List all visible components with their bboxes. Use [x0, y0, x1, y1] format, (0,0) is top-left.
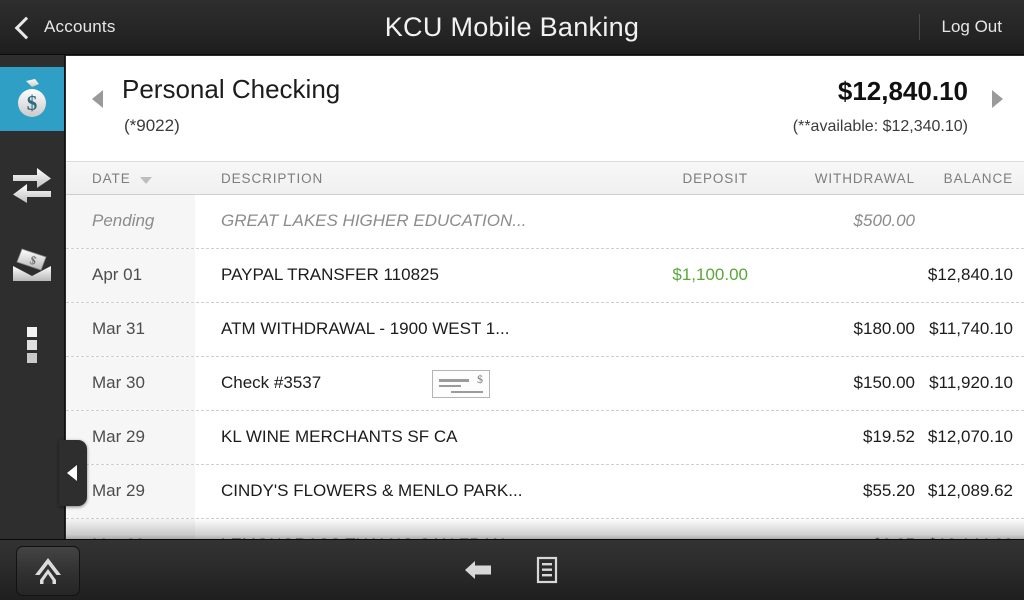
next-account-icon	[991, 90, 1003, 108]
money-bag-icon: $	[18, 79, 46, 117]
app-screen: Accounts KCU Mobile Banking Log Out $ $ …	[0, 0, 1024, 600]
row-balance: $12,089.62	[927, 481, 1013, 500]
check-line-2	[439, 385, 461, 387]
svg-text:$: $	[27, 91, 38, 115]
table-row[interactable]: Mar 29LEMONGRASS THAI NO SAN FRAN$8.95$1…	[66, 519, 1024, 540]
row-description: PAYPAL TRANSFER 110825	[221, 265, 439, 284]
home-button[interactable]	[16, 546, 80, 596]
system-back-button[interactable]	[461, 554, 495, 586]
row-description: KL WINE MERCHANTS SF CA	[221, 427, 458, 446]
account-detail-panel: Personal Checking (*9022) $12,840.10 (**…	[66, 56, 1024, 540]
system-menu-button[interactable]	[530, 554, 564, 586]
row-withdrawal: $500.00	[853, 211, 915, 230]
row-date: Mar 29	[92, 427, 145, 446]
transactions-list[interactable]: Pending GREAT LAKES HIGHER EDUCATION... $5…	[66, 195, 1024, 540]
logout-label: Log Out	[941, 17, 1003, 36]
sidebar-item-more[interactable]	[0, 313, 64, 377]
table-row[interactable]: Mar 30 Check #3537 $150.00 $11,920.10 $	[66, 357, 1024, 411]
sort-descending-icon[interactable]	[140, 177, 152, 184]
sidebar-item-transfers[interactable]	[0, 153, 64, 217]
back-to-accounts-label: Accounts	[44, 17, 116, 36]
check-image-thumbnail[interactable]: $	[432, 370, 490, 398]
check-dollar-glyph: $	[477, 372, 483, 386]
row-date: Apr 01	[92, 265, 143, 284]
row-withdrawal: $150.00	[853, 373, 915, 392]
back-to-accounts-button[interactable]: Accounts	[8, 0, 126, 54]
table-row[interactable]: Mar 31 ATM WITHDRAWAL - 1900 WEST 1... $18…	[66, 303, 1024, 357]
check-line-3	[451, 391, 483, 393]
row-deposit: $1,100.00	[672, 265, 748, 284]
row-description: GREAT LAKES HIGHER EDUCATION...	[221, 211, 527, 230]
row-description: ATM WITHDRAWAL - 1900 WEST 1...	[221, 319, 510, 338]
transactions-table-header: DATE DESCRIPTION DEPOSIT WITHDRAWAL BALA…	[66, 162, 1024, 195]
sidebar-collapse-handle[interactable]	[59, 440, 87, 506]
transfer-arrows-icon	[13, 168, 51, 203]
account-header: Personal Checking (*9022) $12,840.10 (**…	[66, 56, 1024, 162]
row-description: CINDY'S FLOWERS & MENLO PARK...	[221, 481, 523, 500]
account-name: Personal Checking	[122, 74, 341, 104]
column-header-withdrawal[interactable]: WITHDRAWAL	[815, 171, 915, 186]
android-menu-icon	[536, 556, 558, 584]
prev-account-icon	[91, 90, 103, 108]
row-date: Pending	[92, 211, 155, 230]
next-account-button[interactable]	[980, 82, 1014, 116]
row-date: Mar 30	[92, 373, 145, 392]
column-header-description[interactable]: DESCRIPTION	[221, 171, 323, 186]
chevron-left-icon	[14, 16, 38, 39]
sidebar-item-deposit[interactable]: $	[0, 233, 64, 297]
row-withdrawal: $55.20	[863, 481, 915, 500]
top-app-bar: Accounts KCU Mobile Banking Log Out	[0, 0, 1024, 55]
column-header-balance[interactable]: BALANCE	[944, 171, 1013, 186]
table-row[interactable]: Apr 01 PAYPAL TRANSFER 110825 $1,100.00 $12…	[66, 249, 1024, 303]
left-navigation-sidebar: $ $	[0, 55, 65, 540]
check-line-1	[439, 379, 469, 382]
toolbar-divider	[918, 14, 920, 40]
account-available-balance: (**available: $12,340.10)	[792, 118, 968, 135]
sidebar-item-accounts[interactable]: $	[0, 67, 64, 131]
previous-account-button[interactable]	[80, 82, 114, 116]
column-header-deposit[interactable]: DEPOSIT	[682, 171, 748, 186]
table-row[interactable]: Pending GREAT LAKES HIGHER EDUCATION... $5…	[66, 195, 1024, 249]
row-description: Check #3537	[221, 373, 322, 392]
row-balance: $11,920.10	[929, 373, 1013, 392]
column-header-date[interactable]: DATE	[92, 171, 131, 186]
row-withdrawal: $19.52	[863, 427, 915, 446]
logout-button[interactable]: Log Out	[918, 0, 1024, 54]
table-row[interactable]: Mar 29 CINDY'S FLOWERS & MENLO PARK... $55…	[66, 465, 1024, 519]
row-date: Mar 31	[92, 319, 145, 338]
page-title: KCU Mobile Banking	[384, 12, 640, 42]
android-back-icon	[465, 561, 491, 579]
deposit-envelope-icon: $	[13, 248, 51, 281]
system-navigation-bar	[0, 539, 1024, 600]
home-icon	[35, 558, 61, 584]
account-number: (*9022)	[124, 116, 180, 135]
row-balance: $12,070.10	[927, 427, 1013, 446]
more-options-icon	[27, 327, 37, 363]
collapse-left-icon	[66, 465, 77, 481]
table-row[interactable]: Mar 29 KL WINE MERCHANTS SF CA $19.52 $12,0…	[66, 411, 1024, 465]
account-balance: $12,840.10	[837, 76, 968, 106]
row-balance: $12,840.10	[927, 265, 1013, 284]
row-date: Mar 29	[92, 481, 145, 500]
row-balance: $11,740.10	[929, 319, 1013, 338]
row-withdrawal: $180.00	[853, 319, 915, 338]
